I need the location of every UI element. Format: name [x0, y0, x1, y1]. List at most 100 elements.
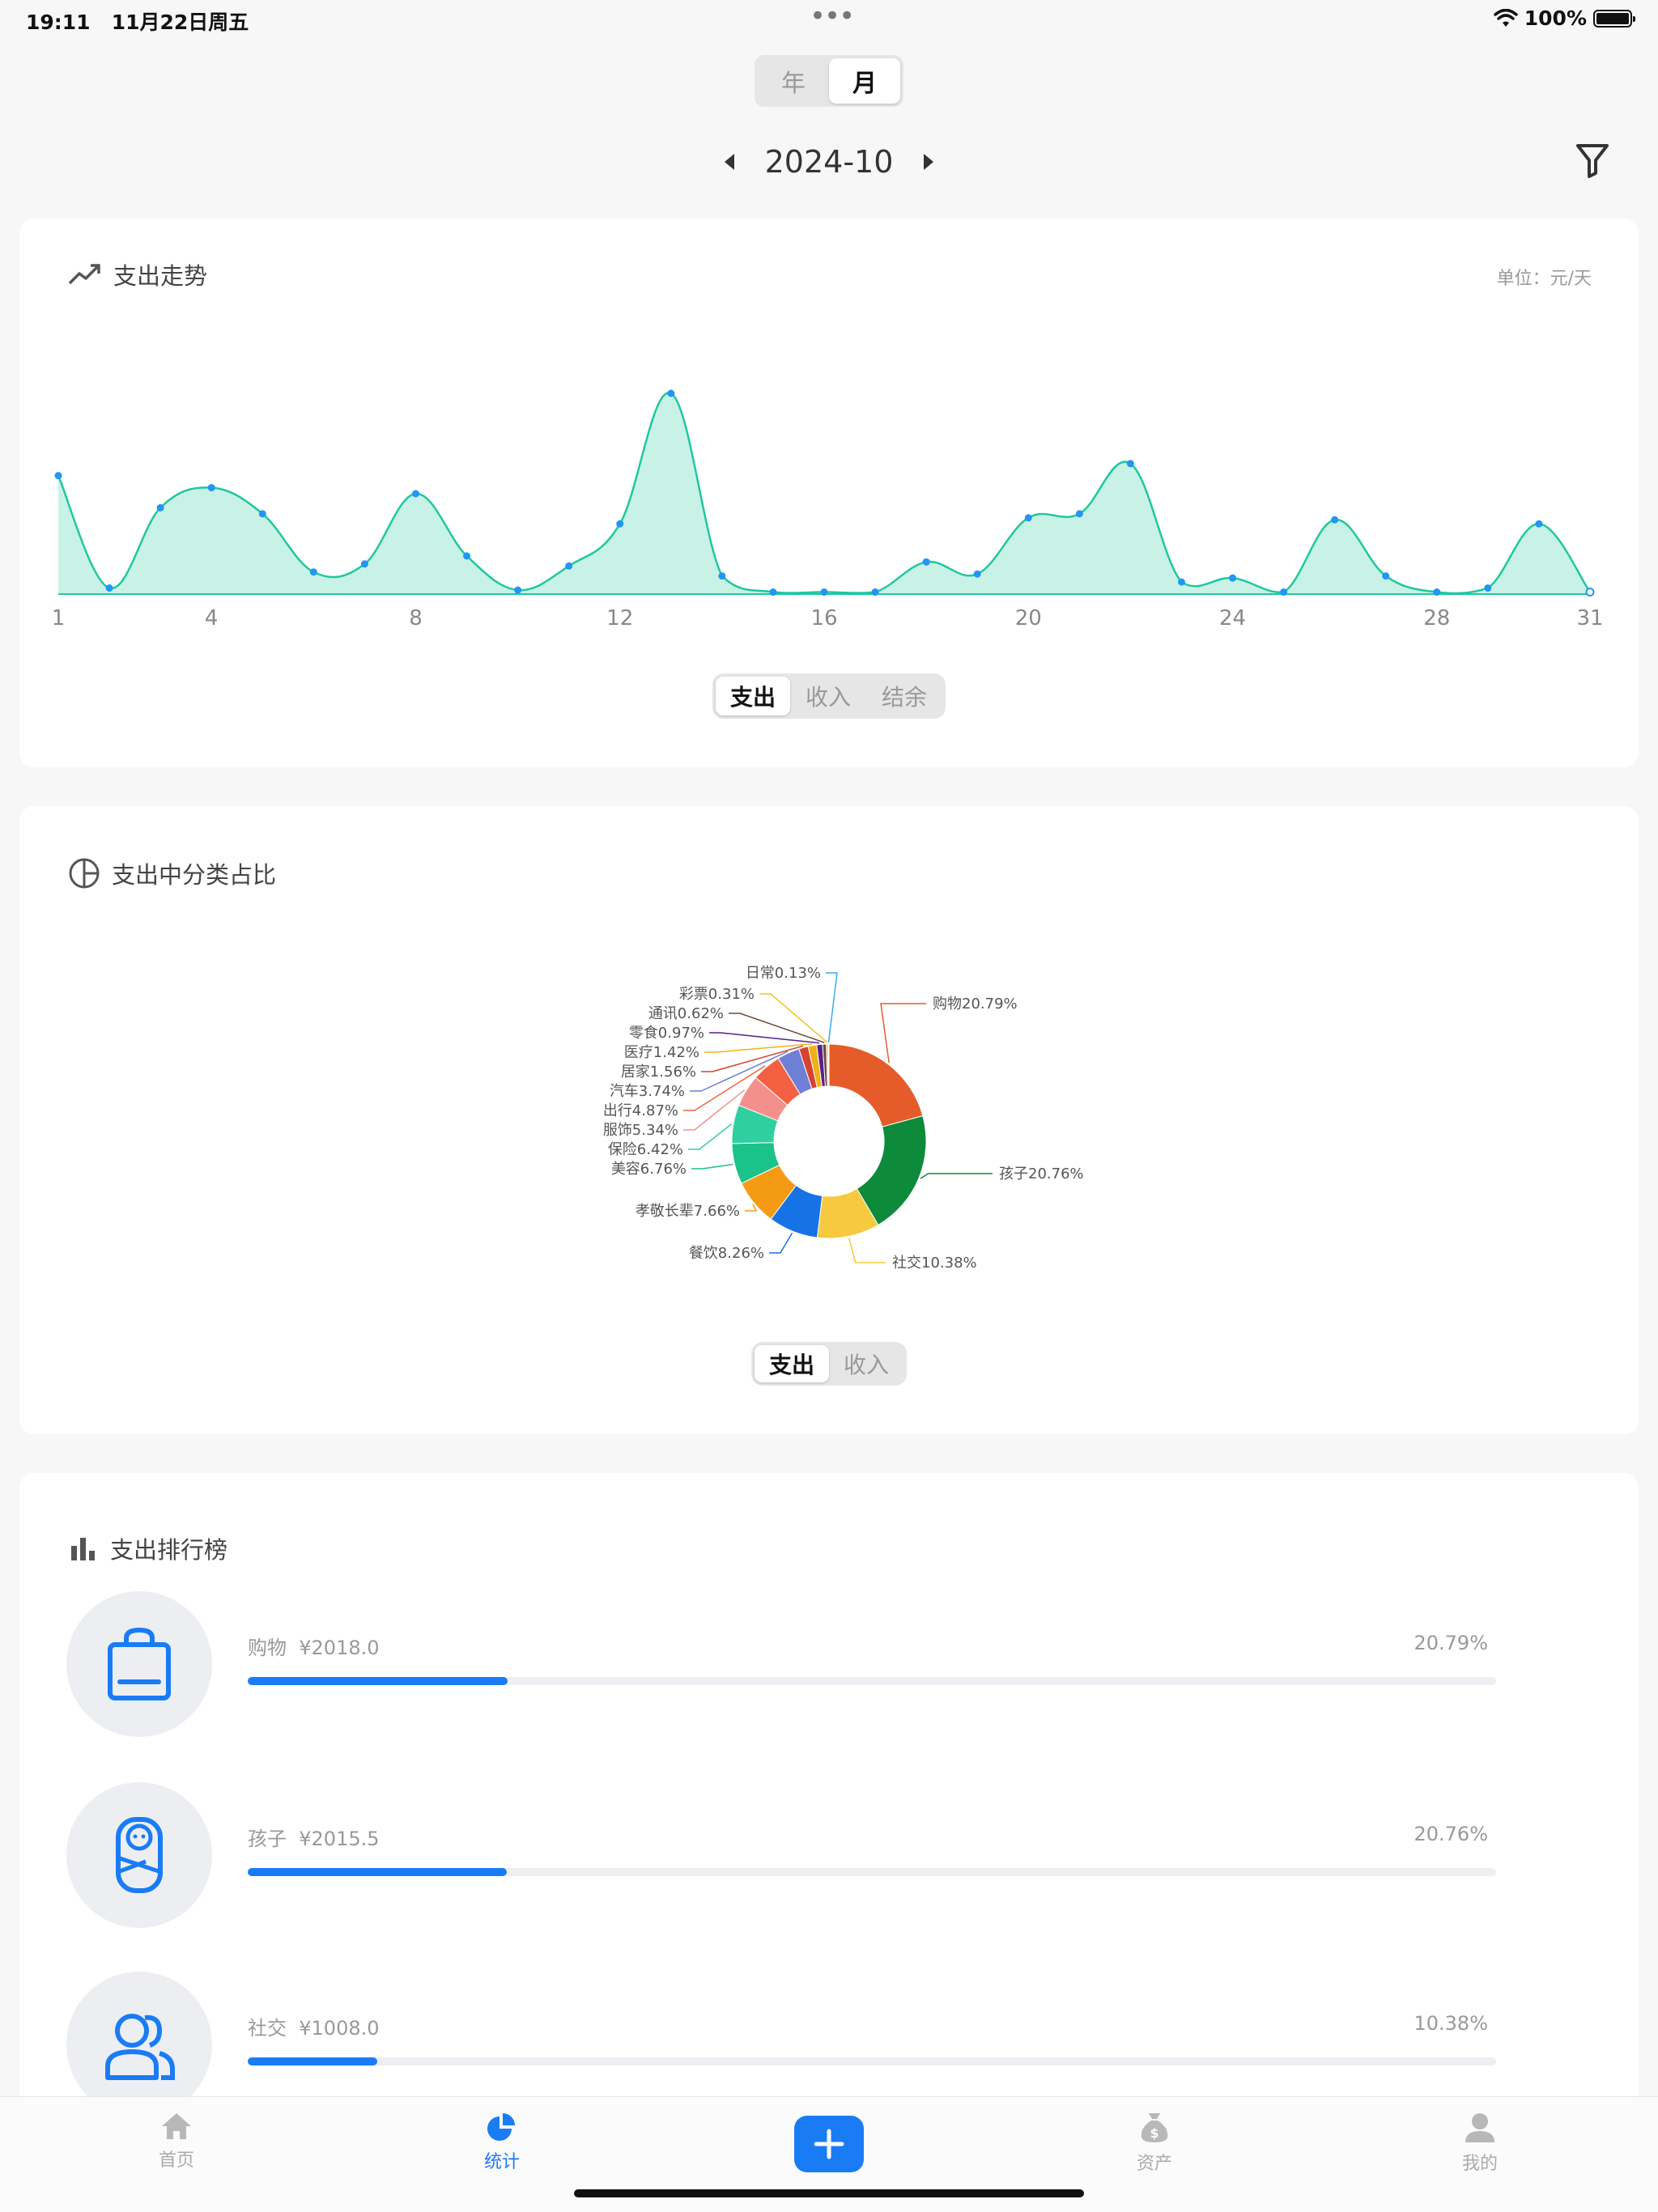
- donut-label: 日常0.13%: [746, 965, 821, 982]
- trend-point[interactable]: [1585, 588, 1595, 597]
- pie-chart-icon: [487, 2113, 515, 2141]
- donut-leader-line: [769, 1232, 793, 1254]
- expense-ranking-card: 支出排行榜 购物 ¥2018.0 20.79% 孩子 ¥2015.5 20.76…: [19, 1473, 1639, 2112]
- donut-label: 通讯0.62%: [648, 1005, 724, 1022]
- category-donut-chart: 购物20.79% 孩子20.76% 社交10.38% 餐饮8.26% 孝敬长辈7.66%…: [603, 965, 1084, 1272]
- ranking-progress-track: [248, 1677, 1496, 1685]
- trend-point[interactable]: [54, 472, 62, 480]
- ranking-name: 社交: [248, 2017, 287, 2040]
- ranking-progress-fill: [248, 1868, 508, 1876]
- ranking-row[interactable]: 社交 ¥1008.0 10.38%: [66, 1972, 1524, 2112]
- ranking-name: 孩子: [248, 1828, 287, 1850]
- category-tab-income[interactable]: 收入: [829, 1345, 903, 1382]
- donut-label: 服饰5.34%: [603, 1122, 678, 1139]
- trend-point[interactable]: [973, 570, 981, 578]
- trend-point[interactable]: [207, 484, 215, 492]
- category-share-card: 支出中分类占比 购物20.79% 孩子20.76% 社交10.38% 餐饮8.26% 孝…: [19, 806, 1639, 1434]
- toggle-month[interactable]: 月: [829, 58, 900, 104]
- trend-point[interactable]: [411, 490, 419, 498]
- tab-label: 统计: [483, 2152, 520, 2172]
- tab-home[interactable]: 首页: [128, 2112, 225, 2172]
- trend-x-tick: 20: [1015, 606, 1042, 630]
- ranking-progress-fill: [248, 1677, 508, 1685]
- donut-label: 餐饮8.26%: [689, 1245, 764, 1262]
- donut-leader-line: [848, 1238, 886, 1263]
- donut-slice[interactable]: [827, 1043, 830, 1087]
- trend-x-tick: 31: [1576, 606, 1603, 630]
- trend-x-tick: 16: [810, 606, 837, 630]
- ranking-card-title: 支出排行榜: [70, 1531, 227, 1565]
- add-record-button[interactable]: [794, 2116, 864, 2172]
- trend-point[interactable]: [769, 588, 777, 597]
- trend-x-tick: 4: [205, 606, 219, 630]
- ranking-icon-circle: [66, 1972, 212, 2112]
- ranking-row[interactable]: 孩子 ¥2015.5 20.76%: [66, 1782, 1524, 1928]
- donut-label: 彩票0.31%: [679, 986, 755, 1003]
- trend-x-tick: 28: [1423, 606, 1450, 630]
- money-bag-icon: $: [1141, 2113, 1168, 2142]
- toggle-year[interactable]: 年: [758, 58, 829, 104]
- trend-point[interactable]: [463, 552, 471, 560]
- trend-point[interactable]: [565, 562, 573, 570]
- svg-text:$: $: [1150, 2125, 1158, 2141]
- category-tab-expense[interactable]: 支出: [755, 1345, 829, 1382]
- people-icon: [105, 2014, 175, 2080]
- trend-point[interactable]: [1126, 460, 1134, 468]
- baby-icon: [116, 1817, 163, 1893]
- donut-label: 美容6.76%: [611, 1161, 687, 1178]
- ranking-icon-circle: [66, 1782, 212, 1928]
- trend-point[interactable]: [1433, 588, 1441, 597]
- trend-point[interactable]: [360, 560, 368, 568]
- trend-point[interactable]: [156, 503, 164, 512]
- trend-point[interactable]: [309, 568, 317, 576]
- trend-point[interactable]: [616, 520, 624, 528]
- ranking-name-amount: 购物 ¥2018.0: [248, 1632, 380, 1660]
- trend-point[interactable]: [1484, 584, 1492, 592]
- donut-leader-line: [880, 1003, 926, 1064]
- trend-point[interactable]: [922, 558, 930, 566]
- donut-label: 医疗1.42%: [624, 1044, 699, 1061]
- status-clock: 19:11: [26, 11, 91, 34]
- battery-icon: [1593, 9, 1635, 28]
- ranking-amount: ¥1008.0: [299, 2017, 380, 2040]
- trend-point[interactable]: [258, 510, 266, 518]
- trend-tab-income[interactable]: 收入: [790, 677, 866, 715]
- multitasking-dots-icon[interactable]: •••: [810, 0, 855, 32]
- trend-point[interactable]: [1280, 588, 1288, 597]
- donut-leader-line: [709, 1032, 820, 1044]
- trend-x-tick: 1: [52, 606, 66, 630]
- expense-trend-card: 支出走势 单位：元/天 1 4 8 12 16 20 24 28 31 支出 收入 结余: [19, 219, 1639, 767]
- trend-point[interactable]: [718, 572, 726, 580]
- tab-assets[interactable]: $ 资产: [1106, 2112, 1203, 2175]
- ranking-percent: 20.76%: [1414, 1823, 1488, 1845]
- trend-tab-balance[interactable]: 结余: [866, 677, 942, 715]
- trend-point[interactable]: [1075, 510, 1083, 518]
- donut-leader-line: [745, 1204, 758, 1212]
- trend-point[interactable]: [514, 586, 522, 594]
- tab-profile[interactable]: 我的: [1431, 2112, 1528, 2175]
- trend-point[interactable]: [105, 584, 113, 592]
- trend-point[interactable]: [1535, 520, 1543, 528]
- trend-point[interactable]: [1024, 514, 1032, 522]
- ranking-percent: 10.38%: [1414, 2012, 1488, 2035]
- trend-point[interactable]: [1177, 578, 1185, 586]
- trend-point[interactable]: [1229, 574, 1237, 582]
- trend-point[interactable]: [1331, 516, 1339, 524]
- tab-statistics[interactable]: 统计: [453, 2112, 551, 2173]
- previous-period-icon[interactable]: [724, 154, 734, 170]
- ranking-name: 购物: [248, 1637, 287, 1659]
- next-period-icon[interactable]: [924, 154, 934, 170]
- trend-point[interactable]: [820, 588, 828, 597]
- bar-chart-icon: [71, 1538, 95, 1560]
- donut-slice[interactable]: [828, 1043, 924, 1127]
- trend-point[interactable]: [1382, 572, 1390, 580]
- user-icon: [1465, 2113, 1494, 2142]
- filter-icon[interactable]: [1575, 142, 1609, 178]
- ranking-row[interactable]: 购物 ¥2018.0 20.79%: [66, 1591, 1524, 1737]
- trend-point[interactable]: [667, 389, 675, 397]
- ranking-amount: ¥2015.5: [299, 1828, 380, 1850]
- ranking-progress-fill: [248, 2057, 378, 2066]
- trend-point[interactable]: [871, 588, 879, 597]
- trend-x-tick: 24: [1219, 606, 1246, 630]
- trend-tab-expense[interactable]: 支出: [716, 677, 790, 715]
